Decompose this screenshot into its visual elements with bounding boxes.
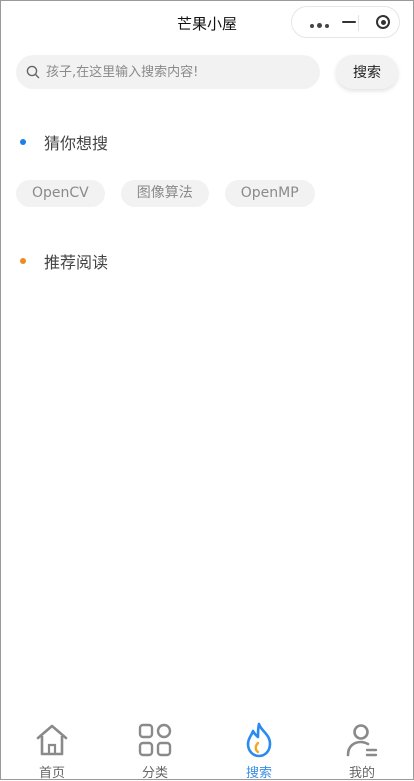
- tab-label: 我的: [348, 766, 375, 781]
- section-dot: [20, 139, 26, 145]
- tab-home[interactable]: 首页: [12, 718, 92, 781]
- tab-bar: 首页 分类 搜索 我的: [0, 718, 414, 781]
- tag-item[interactable]: 图像算法: [120, 180, 209, 207]
- target-icon: [376, 15, 390, 29]
- capsule-divider: [358, 15, 359, 31]
- tab-label: 分类: [141, 766, 168, 781]
- hot-tags: OpenCV 图像算法 OpenMP: [16, 180, 315, 207]
- more-button[interactable]: [298, 7, 340, 37]
- minimize-icon: [342, 20, 356, 24]
- search-input[interactable]: [46, 55, 314, 89]
- search-button[interactable]: 搜索: [336, 55, 398, 89]
- tab-search[interactable]: 搜索: [219, 718, 299, 781]
- section-guess: 猜你想搜: [20, 131, 108, 153]
- user-icon: [346, 724, 378, 757]
- tab-label: 首页: [38, 766, 65, 781]
- device-frame: [0, 0, 414, 780]
- search-box: [16, 55, 320, 89]
- tab-mine[interactable]: 我的: [322, 718, 402, 781]
- section-recommend: 推荐阅读: [20, 250, 108, 272]
- tab-label: 搜索: [245, 766, 272, 781]
- more-dots-icon: [308, 13, 330, 32]
- tag-item[interactable]: OpenCV: [16, 180, 105, 207]
- navigation-bar: 芒果小屋: [0, 0, 414, 44]
- tab-category[interactable]: 分类: [115, 718, 195, 781]
- home-icon: [36, 724, 68, 756]
- search-icon: [26, 65, 40, 79]
- category-grid-icon: [138, 723, 172, 757]
- section-dot: [20, 258, 26, 264]
- close-button[interactable]: [368, 7, 398, 37]
- section-title-recommend: 推荐阅读: [44, 253, 109, 272]
- tag-item[interactable]: OpenMP: [224, 180, 315, 207]
- flame-icon: [246, 722, 272, 758]
- section-title-guess: 猜你想搜: [44, 134, 109, 153]
- miniprogram-capsule: [291, 6, 400, 38]
